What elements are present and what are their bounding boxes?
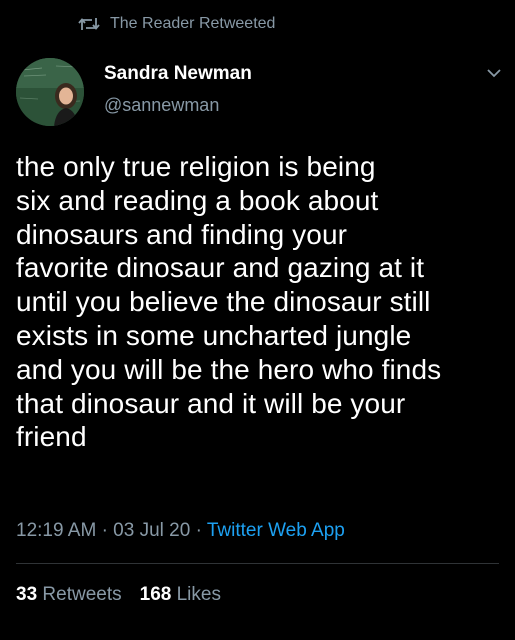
tweet-time[interactable]: 12:19 AM [16, 520, 96, 541]
likes-label: Likes [176, 584, 221, 605]
author-handle[interactable]: @sannewman [104, 95, 219, 116]
retweet-context[interactable]: The Reader Retweeted [78, 12, 275, 36]
tweet-line: exists in some uncharted jungle [16, 319, 412, 351]
author-name[interactable]: Sandra Newman [104, 63, 252, 85]
tweet-line: dinosaurs and finding your [16, 218, 348, 250]
likes-count: 168 [139, 584, 172, 605]
tweet-date[interactable]: 03 Jul 20 [113, 520, 190, 541]
tweet-line: favorite dinosaur and gazing at it [16, 252, 425, 284]
chevron-down-icon[interactable] [486, 66, 502, 78]
tweet-stats: 33 Retweets 168 Likes [16, 584, 221, 606]
tweet-line: that dinosaur and it will be your [16, 387, 406, 419]
likes-stat[interactable]: 168 Likes [140, 584, 221, 605]
tweet-line: friend [16, 421, 87, 453]
tweet-line: and you will be the hero who finds [16, 353, 442, 385]
retweet-context-text: The Reader Retweeted [110, 15, 276, 32]
tweet-source-link[interactable]: Twitter Web App [207, 520, 345, 541]
retweets-label: Retweets [42, 584, 122, 605]
tweet-line: six and reading a book about [16, 184, 379, 216]
meta-separator: · [195, 520, 202, 541]
retweets-stat[interactable]: 33 Retweets [16, 584, 122, 605]
avatar[interactable] [16, 58, 84, 126]
divider [16, 563, 499, 564]
tweet-meta: 12:19 AM · 03 Jul 20 · Twitter Web App [16, 520, 345, 542]
tweet-line: until you believe the dinosaur still [16, 286, 431, 318]
retweets-count: 33 [16, 584, 38, 605]
tweet-line: the only true religion is being [16, 151, 376, 182]
meta-separator: · [101, 520, 108, 541]
retweet-icon [78, 15, 100, 33]
tweet-text: the only true religion is being six and … [16, 150, 506, 454]
